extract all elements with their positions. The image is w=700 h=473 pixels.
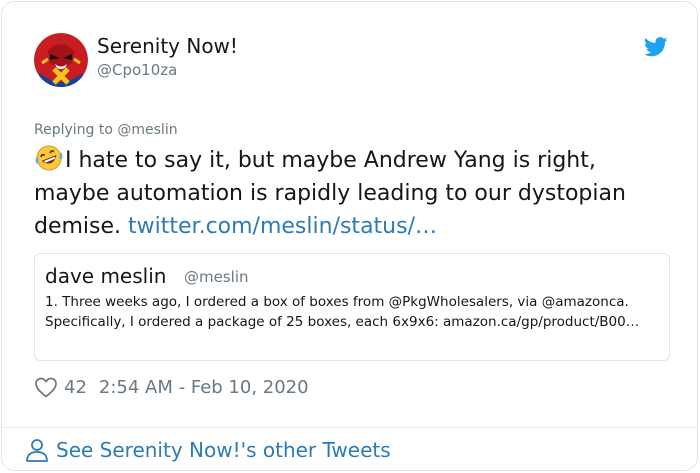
replying-to[interactable]: Replying to @meslin <box>34 122 178 138</box>
person-icon <box>26 439 48 462</box>
other-tweets-label[interactable]: See Serenity Now!'s other Tweets <box>56 438 391 462</box>
other-tweets-link[interactable]: See Serenity Now!'s other Tweets <box>24 436 391 464</box>
embedded-tweet-card: Serenity Now! @Cpo10za Replying to @mesl… <box>1 1 698 471</box>
avatar-image <box>34 33 88 87</box>
quoted-author-handle: @meslin <box>184 268 249 286</box>
tweet-timestamp[interactable]: 2:54 AM - Feb 10, 2020 <box>99 377 309 398</box>
like-count[interactable]: 42 <box>64 377 87 398</box>
avatar[interactable] <box>34 33 88 87</box>
tweet-meta: 42 2:54 AM - Feb 10, 2020 <box>34 374 309 400</box>
tweet-body: I hate to say it, but maybe Andrew Yang … <box>34 144 674 243</box>
quoted-tweet[interactable]: dave meslin @meslin 1. Three weeks ago, … <box>34 253 670 361</box>
author-handle[interactable]: @Cpo10za <box>97 61 177 79</box>
heart-icon[interactable] <box>34 376 58 398</box>
tweet-link[interactable]: twitter.com/meslin/status/… <box>128 214 437 239</box>
author-display-name[interactable]: Serenity Now! <box>97 34 238 58</box>
quoted-tweet-text: 1. Three weeks ago, I ordered a box of b… <box>45 294 640 330</box>
rolling-on-floor-laughing-emoji-icon <box>34 144 64 172</box>
twitter-bird-icon[interactable] <box>643 37 668 57</box>
footer-divider <box>2 427 697 428</box>
quoted-author-name: dave meslin <box>45 264 167 288</box>
